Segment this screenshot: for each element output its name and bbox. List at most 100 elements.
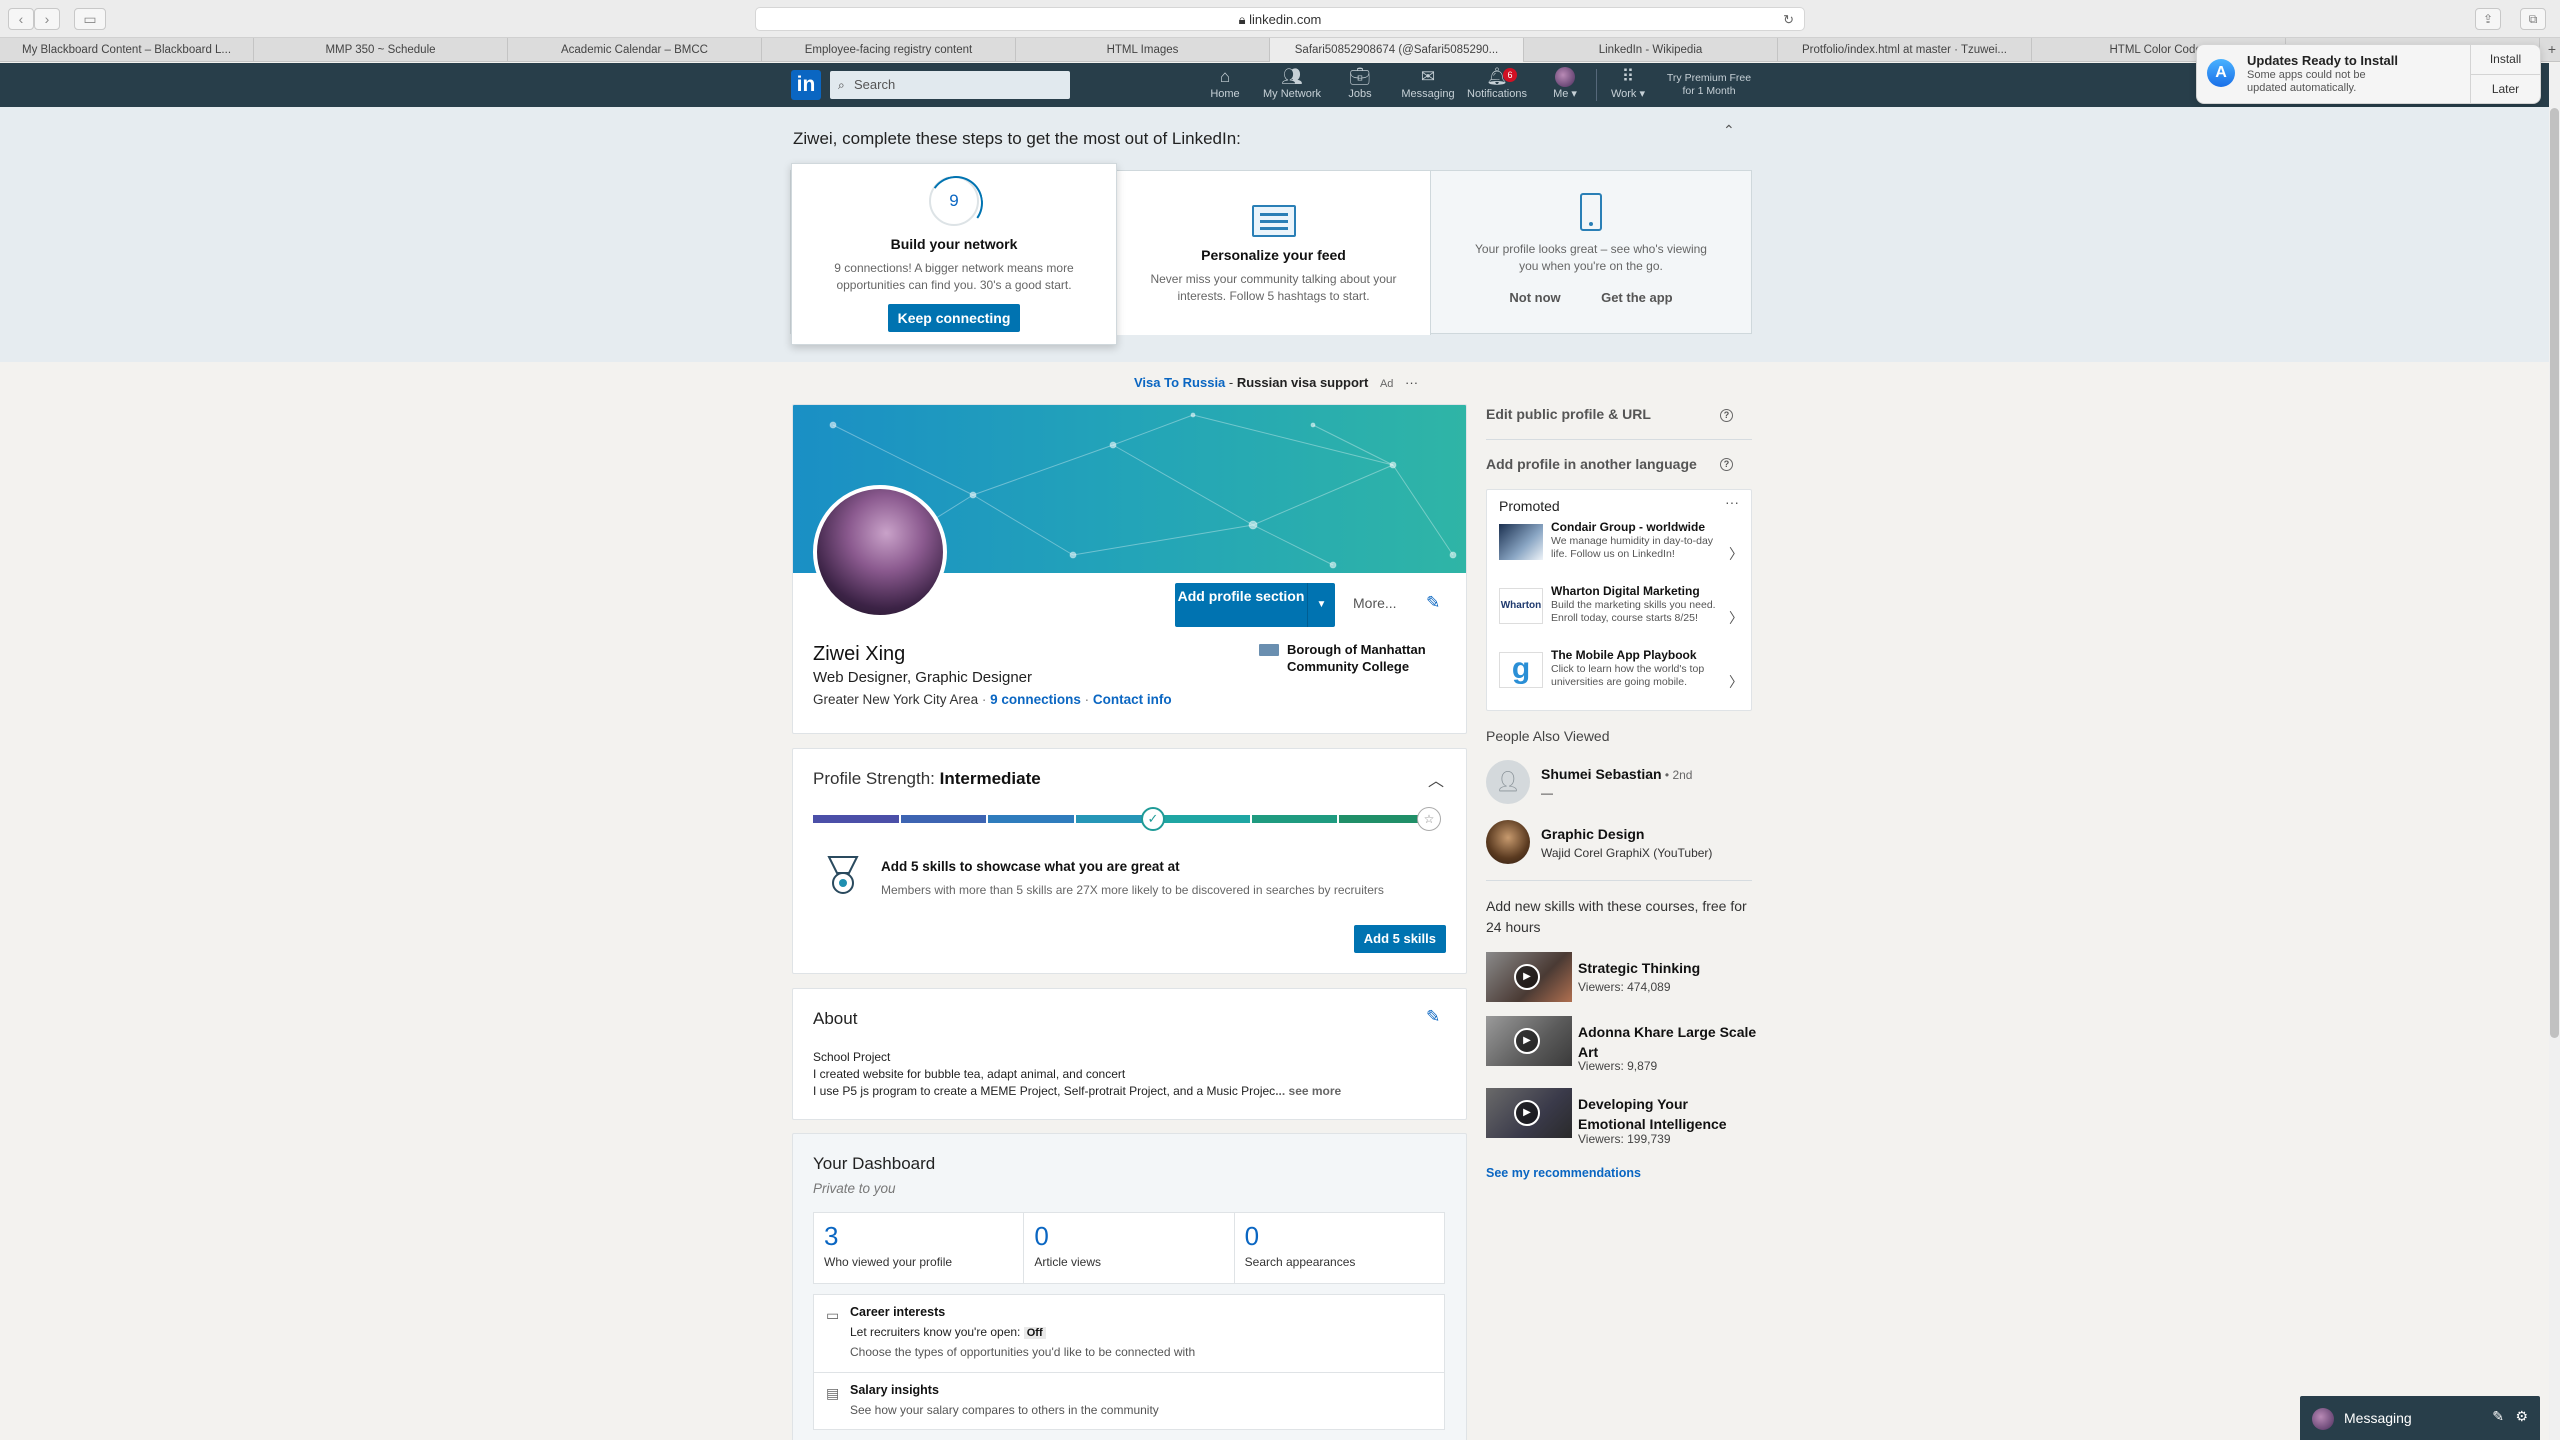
people-icon: 👥︎ (1281, 67, 1303, 86)
edit-public-profile-link[interactable]: Edit public profile & URL (1486, 406, 1651, 422)
nav-me-label: Me (1553, 88, 1569, 100)
browser-tab-active[interactable]: Safari50852908674 (@Safari5085290... (1270, 38, 1524, 62)
get-app-link[interactable]: Get the app (1601, 290, 1673, 305)
avatar-placeholder-icon: 👤︎ (1486, 760, 1530, 804)
caret-down-icon[interactable]: ▼ (1307, 583, 1335, 627)
person-sub: — (1541, 786, 1553, 800)
promo-item[interactable]: Condair Group - worldwide We manage humi… (1499, 520, 1743, 576)
keep-connecting-button[interactable]: Keep connecting (887, 304, 1021, 332)
medal-icon (827, 856, 859, 894)
steps-title: Ziwei, complete these steps to get the m… (793, 129, 1241, 148)
add-profile-section-button[interactable]: Add profile section ▼ (1175, 583, 1335, 627)
back-button[interactable]: ‹ (8, 8, 34, 30)
check-icon: ✓ (1140, 807, 1165, 831)
browser-tab[interactable]: Employee-facing registry content (762, 38, 1016, 62)
rail-divider (1486, 880, 1752, 881)
nav-home[interactable]: ⌂ Home (1205, 67, 1245, 105)
scrollbar-thumb[interactable] (2550, 108, 2559, 1038)
browser-tab[interactable]: My Blackboard Content – Blackboard L... (0, 38, 254, 62)
nav-jobs[interactable]: 💼︎ Jobs (1340, 67, 1380, 105)
person-item[interactable]: 👤︎ Shumei Sebastian • 2nd — (1486, 760, 1752, 808)
not-now-link[interactable]: Not now (1509, 290, 1560, 305)
step-title: Personalize your feed (1201, 247, 1346, 263)
connections-link[interactable]: 9 connections (990, 692, 1081, 707)
step-personalize-feed[interactable]: Personalize your feed Never miss your co… (1117, 171, 1431, 335)
gear-icon[interactable]: ⚙ (2515, 1408, 2528, 1425)
browser-tab[interactable]: Academic Calendar – BMCC (508, 38, 762, 62)
school-link[interactable]: Borough of Manhattan Community College (1251, 641, 1431, 675)
nav-my-network[interactable]: 👥︎ My Network (1258, 67, 1326, 105)
career-interests-item[interactable]: ▭ Career interests Let recruiters know y… (814, 1295, 1444, 1373)
about-text: School Project I created website for bub… (813, 1049, 1423, 1100)
share-icon[interactable]: ⇪ (2475, 8, 2501, 30)
chevron-up-icon[interactable]: ⌃ (1723, 122, 1735, 139)
tabs-overview-icon[interactable]: ⧉ (2520, 8, 2546, 30)
ad-separator: - (1225, 375, 1237, 390)
add-language-link[interactable]: Add profile in another language (1486, 456, 1697, 472)
sidebar-toggle-button[interactable]: ▭ (74, 8, 106, 30)
compose-icon[interactable]: ✎ (2492, 1408, 2504, 1425)
pencil-icon[interactable]: ✎ (1426, 593, 1440, 613)
more-icon[interactable]: ··· (1405, 375, 1418, 390)
profile-photo[interactable] (813, 485, 947, 619)
browser-tab[interactable]: LinkedIn - Wikipedia (1524, 38, 1778, 62)
messaging-label: Messaging (2344, 1410, 2412, 1426)
about-line: School Project (813, 1050, 891, 1064)
promoted-title: Promoted (1499, 498, 1560, 514)
notification-body: Some apps could not be updated automatic… (2247, 69, 2366, 94)
ad-link[interactable]: Visa To Russia (1134, 375, 1225, 390)
play-icon: ▶ (1514, 964, 1540, 990)
strength-segment (1251, 815, 1338, 823)
contact-info-link[interactable]: Contact info (1093, 692, 1172, 707)
nav-messaging[interactable]: ✉ Messaging (1398, 67, 1458, 105)
see-recommendations-link[interactable]: See my recommendations (1486, 1166, 1641, 1180)
promo-item[interactable]: g The Mobile App Playbook Click to learn… (1499, 648, 1743, 704)
briefcase-icon: ▭ (826, 1307, 840, 1323)
reload-icon[interactable]: ↻ (1783, 8, 1794, 31)
step-build-network: 9 Build your network 9 connections! A bi… (791, 163, 1117, 345)
linkedin-logo[interactable]: in (791, 70, 821, 100)
tip-title: Add 5 skills to showcase what you are gr… (881, 859, 1180, 874)
promo-item[interactable]: Wharton Wharton Digital Marketing Build … (1499, 584, 1743, 640)
career-state-badge: Off (1023, 1327, 1046, 1339)
course-item[interactable]: ▶ Developing Your Emotional Intelligence… (1486, 1088, 1752, 1146)
strength-segment (900, 815, 987, 823)
new-tab-button[interactable]: + (2544, 38, 2560, 62)
stat-profile-views[interactable]: 3 Who viewed your profile (814, 1213, 1025, 1283)
salary-insights-item[interactable]: ▤ Salary insights See how your salary co… (814, 1373, 1444, 1429)
nav-work[interactable]: ⠿ Work ▾ (1608, 67, 1648, 105)
address-bar[interactable]: 🔒︎ linkedin.com ↻ (755, 7, 1805, 31)
forward-button[interactable]: › (34, 8, 60, 30)
linkedin-navbar: in ⌕ Search ⌂ Home 👥︎ My Network 💼︎ Jobs… (0, 63, 2560, 107)
add-skills-button[interactable]: Add 5 skills (1353, 925, 1446, 953)
install-button[interactable]: Install (2471, 45, 2540, 74)
chevron-up-icon[interactable]: ︿ (1428, 767, 1444, 791)
nav-me[interactable]: Me ▾ (1545, 67, 1585, 105)
more-button[interactable]: More... (1353, 595, 1397, 611)
course-item[interactable]: ▶ Adonna Khare Large Scale Art Viewers: … (1486, 1016, 1756, 1073)
browser-toolbar: ‹ › ▭ 🔒︎ linkedin.com ↻ ⇪ ⧉ (0, 0, 2560, 38)
help-icon[interactable]: ? (1720, 458, 1733, 471)
help-icon[interactable]: ? (1720, 409, 1733, 422)
more-icon[interactable]: ··· (1725, 494, 1739, 510)
profile-card: Add profile section ▼ More... ✎ Ziwei Xi… (792, 404, 1467, 734)
money-icon: ▤ (826, 1385, 840, 1401)
stat-search-appearances[interactable]: 0 Search appearances (1235, 1213, 1444, 1283)
search-input[interactable]: ⌕ Search (830, 71, 1070, 99)
see-more-link[interactable]: ... see more (1275, 1084, 1341, 1098)
try-premium-link[interactable]: Try Premium Free for 1 Month (1663, 72, 1755, 98)
playbook-logo: g (1499, 652, 1543, 688)
person-item[interactable]: Graphic Design Wajid Corel GraphiX (YouT… (1486, 820, 1752, 868)
browser-tab[interactable]: HTML Images (1016, 38, 1270, 62)
messaging-bar[interactable]: Messaging ✎ ⚙ (2300, 1396, 2540, 1440)
ad-text[interactable]: Russian visa support (1237, 375, 1368, 390)
later-button[interactable]: Later (2471, 74, 2540, 103)
browser-tab[interactable]: MMP 350 ~ Schedule (254, 38, 508, 62)
browser-tab[interactable]: Protfolio/index.html at master · Tzuwei.… (1778, 38, 2032, 62)
stat-article-views[interactable]: 0 Article views (1024, 1213, 1235, 1283)
course-item[interactable]: ▶ Strategic Thinking Viewers: 474,089 (1486, 952, 1752, 1008)
star-icon: ☆ (1417, 807, 1441, 831)
notification-title: Updates Ready to Install (2247, 53, 2398, 68)
pencil-icon[interactable]: ✎ (1426, 1007, 1440, 1027)
nav-notifications[interactable]: 🔔︎ 6 Notifications (1463, 67, 1531, 105)
